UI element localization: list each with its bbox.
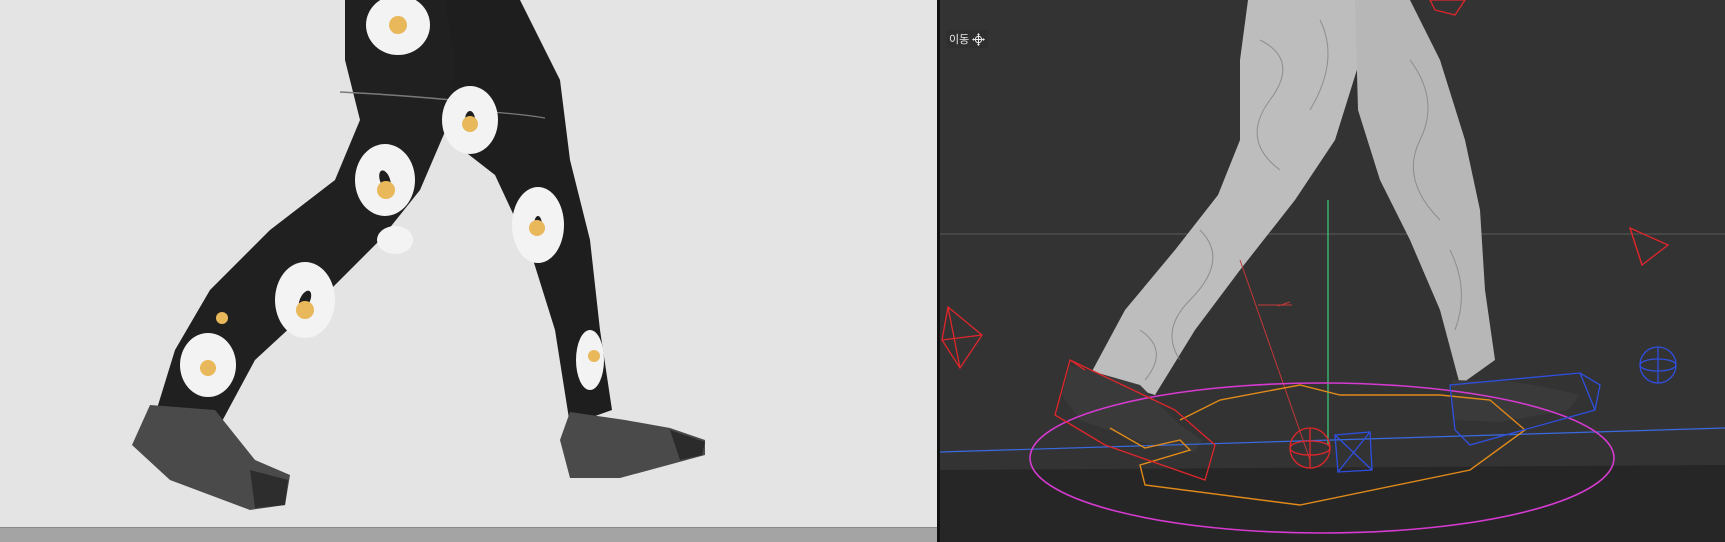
move-icon (972, 32, 986, 46)
tool-label-text: 이동 (949, 33, 970, 46)
rig-scene (940, 0, 1725, 542)
active-tool-indicator: 이동 (946, 30, 989, 48)
dual-viewport-app: 이동 (0, 0, 1725, 542)
horizontal-scrollbar[interactable] (0, 527, 937, 542)
render-preview-viewport[interactable] (0, 0, 937, 542)
rig-viewport[interactable]: 이동 (940, 0, 1725, 542)
rendered-legs-image (0, 0, 937, 542)
